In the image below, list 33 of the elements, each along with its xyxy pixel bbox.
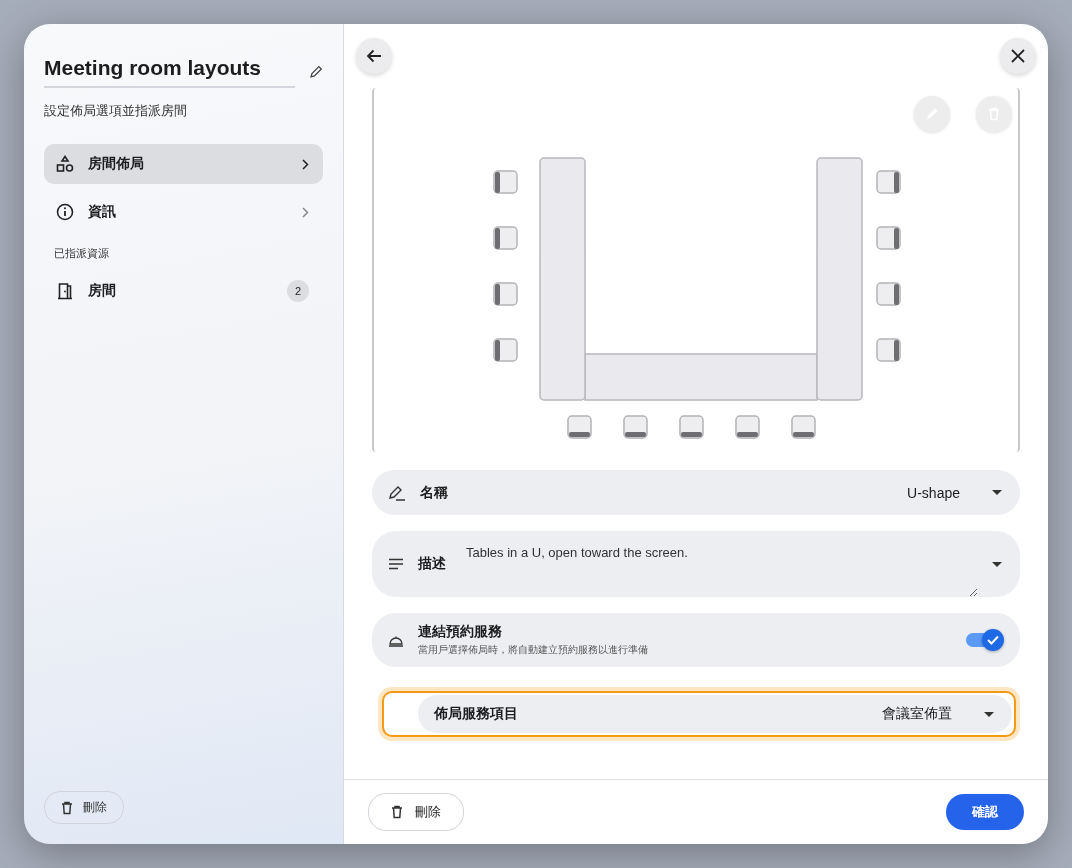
close-icon xyxy=(1011,49,1025,63)
back-button[interactable] xyxy=(356,38,392,74)
sidebar-subtitle: 設定佈局選項並指派房間 xyxy=(44,102,188,120)
check-icon xyxy=(987,635,999,645)
trash-icon xyxy=(391,805,403,819)
layout-set-title[interactable]: Meeting room layouts xyxy=(44,56,296,88)
name-dropdown[interactable]: 名稱 U-shape xyxy=(372,470,1020,515)
section-label: 已指派資源 xyxy=(54,246,110,261)
delete-button[interactable]: 刪除 xyxy=(368,793,464,831)
dropdown-caret-icon xyxy=(992,561,1002,567)
close-button[interactable] xyxy=(1000,38,1036,74)
description-field[interactable]: 描述 Tables in a U, open toward the screen. xyxy=(372,531,1020,597)
count-badge: 2 xyxy=(287,280,309,302)
door-icon xyxy=(56,282,74,300)
chevron-right-icon xyxy=(302,206,309,218)
nav-item[interactable]: 資訊 xyxy=(44,192,323,232)
link-service-label: 連結預約服務 xyxy=(418,623,503,641)
service-item-dropdown[interactable]: 佈局服務項目 會議室佈置 xyxy=(418,695,1012,733)
trash-icon xyxy=(61,800,73,815)
resource-item[interactable]: 房間 2 xyxy=(44,271,323,311)
info-icon xyxy=(56,203,74,221)
dropdown-caret-icon xyxy=(984,711,994,717)
confirm-button[interactable]: 確認 xyxy=(946,794,1024,830)
pencil-icon[interactable] xyxy=(309,65,323,79)
text-lines-icon xyxy=(388,558,404,570)
back-arrow-icon xyxy=(366,49,382,63)
link-service-hint: 當用戶選擇佈局時，將自動建立預約服務以進行準備 xyxy=(418,643,649,657)
delete-button[interactable]: 刪除 xyxy=(44,791,124,824)
shapes-icon xyxy=(56,155,74,173)
pen-icon xyxy=(388,484,406,501)
dropdown-caret-icon xyxy=(992,490,1002,495)
nav-item[interactable]: 房間佈局 xyxy=(44,144,323,184)
chevron-right-icon xyxy=(302,158,309,170)
